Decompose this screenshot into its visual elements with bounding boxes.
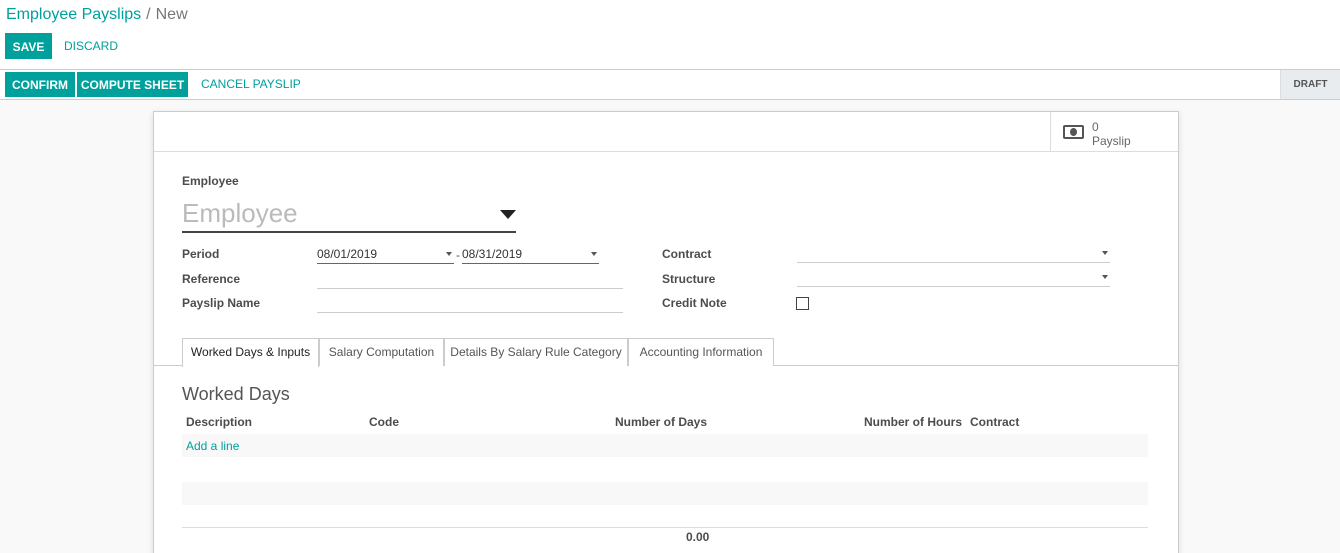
column-header-contract[interactable]: Contract — [970, 415, 1019, 429]
save-button[interactable]: SAVE — [5, 33, 52, 59]
column-header-number-of-days[interactable]: Number of Days — [615, 415, 707, 429]
worked-days-title: Worked Days — [182, 384, 290, 404]
period-to-field[interactable]: 08/31/2019 — [462, 246, 599, 264]
period-from-field[interactable]: 08/01/2019 — [317, 246, 454, 264]
caret-down-icon — [591, 252, 597, 256]
notebook-tabs: Worked Days & Inputs Salary Computation … — [154, 338, 1178, 367]
discard-button[interactable]: DISCARD — [64, 33, 118, 59]
employee-label: Employee — [182, 174, 239, 188]
structure-select[interactable] — [797, 269, 1110, 287]
total-number-of-days: 0.00 — [686, 530, 710, 544]
breadcrumb-current: New — [155, 6, 188, 23]
reference-label: Reference — [182, 272, 241, 286]
column-header-code[interactable]: Code — [369, 415, 399, 429]
tab-accounting-information[interactable]: Accounting Information — [628, 338, 774, 366]
column-header-number-of-hours[interactable]: Number of Hours — [864, 415, 962, 429]
statusbar: CONFIRM COMPUTE SHEET CANCEL PAYSLIP DRA… — [0, 70, 1340, 100]
caret-down-icon — [446, 252, 452, 256]
control-panel: Employee Payslips / New SAVE DISCARD — [0, 0, 1340, 70]
structure-label: Structure — [662, 272, 716, 286]
caret-down-icon — [1102, 275, 1108, 279]
period-from-value: 08/01/2019 — [317, 247, 378, 261]
cancel-payslip-button[interactable]: CANCEL PAYSLIP — [201, 72, 301, 97]
table-row — [182, 434, 1148, 457]
breadcrumb: Employee Payslips / New — [6, 6, 188, 24]
period-label: Period — [182, 247, 220, 261]
total-divider — [182, 527, 1148, 528]
contract-label: Contract — [662, 247, 712, 261]
column-header-description[interactable]: Description — [186, 415, 252, 429]
employee-placeholder: Employee — [182, 198, 298, 228]
button-box: 0 Payslip — [154, 112, 1178, 152]
payslip-name-label: Payslip Name — [182, 296, 261, 310]
payslip-name-input[interactable] — [317, 295, 623, 313]
breadcrumb-separator: / — [146, 6, 151, 23]
status-draft[interactable]: DRAFT — [1280, 70, 1340, 99]
tab-worked-days-inputs[interactable]: Worked Days & Inputs — [182, 338, 319, 367]
tab-salary-computation[interactable]: Salary Computation — [319, 338, 444, 366]
form-sheet: 0 Payslip Employee Employee Period 08/01… — [153, 111, 1179, 553]
add-a-line-link[interactable]: Add a line — [186, 439, 239, 453]
confirm-button[interactable]: CONFIRM — [5, 72, 75, 97]
compute-sheet-button[interactable]: COMPUTE SHEET — [77, 72, 188, 97]
caret-down-icon — [1102, 251, 1108, 255]
credit-note-label: Credit Note — [662, 296, 727, 310]
employee-input[interactable]: Employee — [182, 197, 516, 233]
table-row — [182, 482, 1148, 505]
tab-details-by-salary-rule-category[interactable]: Details By Salary Rule Category — [444, 338, 628, 366]
payslip-stat-label: Payslip — [1092, 134, 1131, 148]
period-to-value: 08/31/2019 — [462, 247, 523, 261]
caret-down-icon[interactable] — [500, 210, 516, 219]
period-separator: - — [456, 248, 460, 262]
payslip-stat-button[interactable]: 0 Payslip — [1050, 112, 1178, 152]
reference-input[interactable] — [317, 271, 623, 289]
payslip-count: 0 — [1092, 120, 1099, 134]
money-icon — [1063, 125, 1084, 139]
credit-note-checkbox[interactable] — [796, 297, 809, 310]
breadcrumb-parent-link[interactable]: Employee Payslips — [6, 6, 141, 23]
contract-select[interactable] — [797, 245, 1110, 263]
